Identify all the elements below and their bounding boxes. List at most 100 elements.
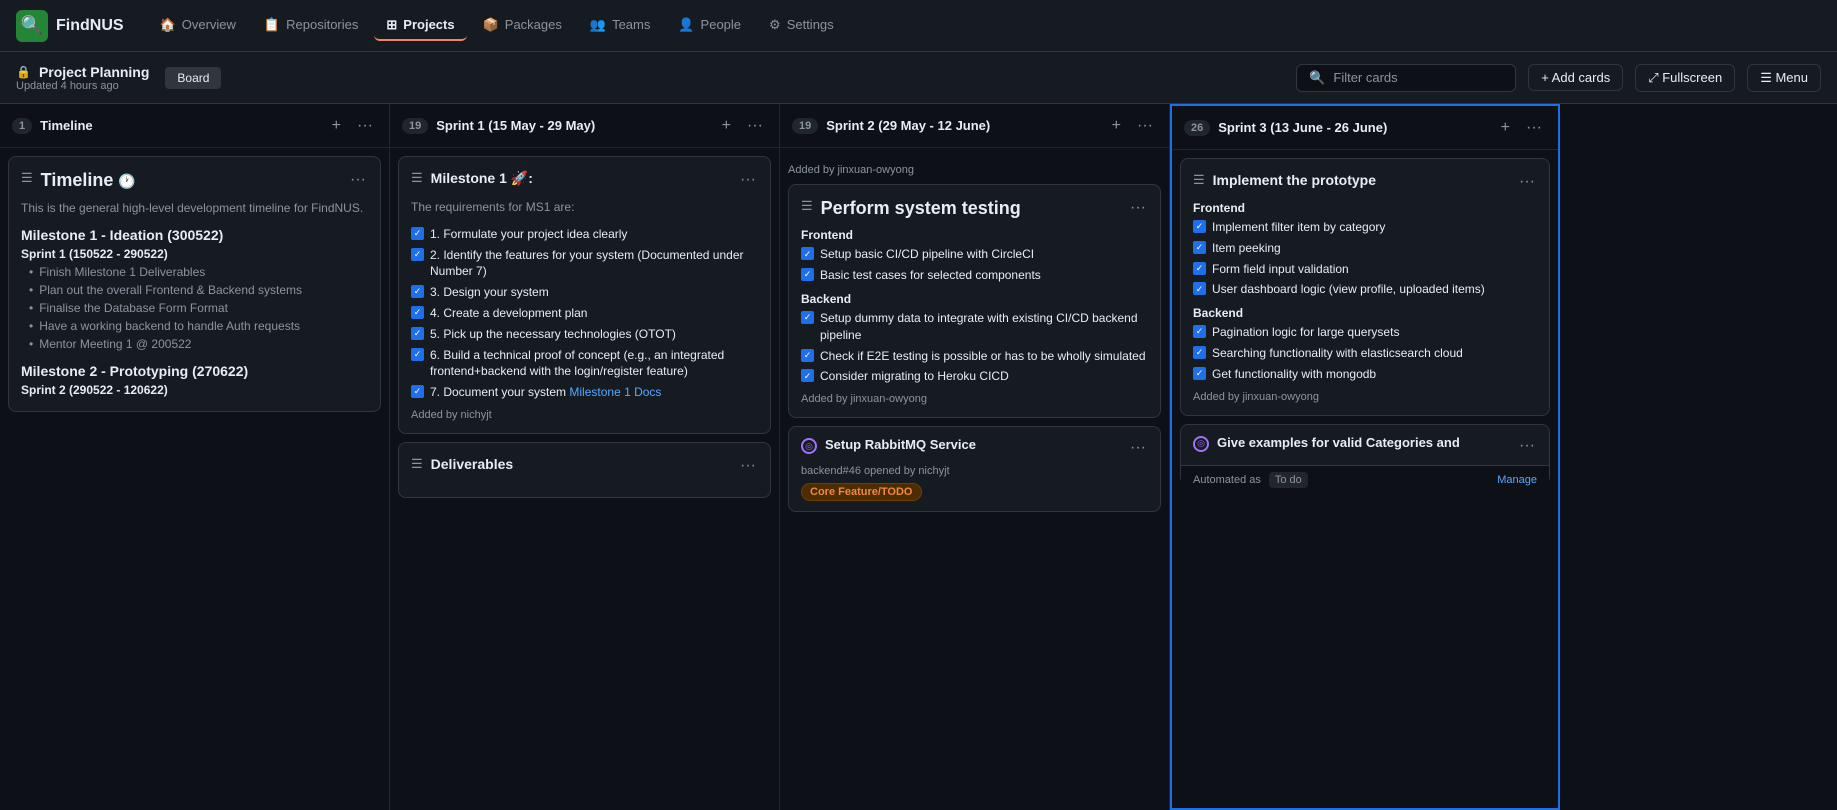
nav-item-settings[interactable]: ⚙ Settings xyxy=(757,11,846,41)
column-title-sprint1: Sprint 1 (15 May - 29 May) xyxy=(436,118,709,133)
card-menu-timeline[interactable]: ··· xyxy=(348,169,368,191)
lock-icon: 🔒 xyxy=(16,65,31,79)
proto-check-6: ✓ Searching functionality with elasticse… xyxy=(1193,345,1537,362)
app-title: FindNUS xyxy=(56,17,124,35)
sprint2-add-button[interactable]: + xyxy=(1108,115,1125,137)
nav-item-projects[interactable]: ⊞ Projects xyxy=(374,11,466,41)
sprint2-menu-button[interactable]: ··· xyxy=(1133,115,1157,137)
tab-bar: Board xyxy=(165,67,1280,89)
people-icon: 👤 xyxy=(678,17,694,33)
automated-status: To do xyxy=(1269,472,1308,488)
card-rabbitmq: ◎ Setup RabbitMQ Service ··· backend#46 … xyxy=(788,426,1161,512)
checkbox-2[interactable]: ✓ xyxy=(411,248,424,261)
packages-icon: 📦 xyxy=(483,17,499,33)
card-timeline: ☰ Timeline 🕐 ··· This is the general hig… xyxy=(8,156,381,412)
list-item: Finalise the Database Form Format xyxy=(29,299,368,317)
tab-board[interactable]: Board xyxy=(165,67,221,89)
proto-cb-5[interactable]: ✓ xyxy=(1193,325,1206,338)
sprint2-top-added-by: Added by jinxuan-owyong xyxy=(788,164,1161,176)
top-nav: 🔍 FindNUS 🏠 Overview 📋 Repositories ⊞ Pr… xyxy=(0,0,1837,52)
test-cb-5[interactable]: ✓ xyxy=(801,369,814,382)
column-header-sprint3: 26 Sprint 3 (13 June - 26 June) + ··· xyxy=(1172,106,1558,150)
sprint3-add-button[interactable]: + xyxy=(1497,117,1514,139)
teams-icon: 👥 xyxy=(590,17,606,33)
list-item: Have a working backend to handle Auth re… xyxy=(29,317,368,335)
test-cb-3[interactable]: ✓ xyxy=(801,311,814,324)
proto-cb-1[interactable]: ✓ xyxy=(1193,220,1206,233)
testing-added-by: Added by jinxuan-owyong xyxy=(801,393,1148,405)
card-header-testing: ☰ Perform system testing ··· xyxy=(801,197,1148,220)
test-cb-4[interactable]: ✓ xyxy=(801,349,814,362)
filter-input-container[interactable]: 🔍 Filter cards xyxy=(1296,64,1516,92)
project-title: Project Planning xyxy=(39,64,149,80)
column-num-timeline: 1 xyxy=(12,118,32,134)
proto-cb-6[interactable]: ✓ xyxy=(1193,346,1206,359)
proto-cb-3[interactable]: ✓ xyxy=(1193,262,1206,275)
logo-area[interactable]: 🔍 FindNUS xyxy=(16,10,124,42)
manage-link[interactable]: Manage xyxy=(1497,474,1537,486)
test-cb-1[interactable]: ✓ xyxy=(801,247,814,260)
timeline-add-button[interactable]: + xyxy=(328,115,345,137)
sprint1-menu-button[interactable]: ··· xyxy=(743,115,767,137)
sprint1-add-button[interactable]: + xyxy=(718,115,735,137)
card-menu-del[interactable]: ··· xyxy=(738,455,758,477)
proto-cb-4[interactable]: ✓ xyxy=(1193,282,1206,295)
project-info: 🔒 Project Planning Updated 4 hours ago xyxy=(16,64,149,92)
checkbox-1[interactable]: ✓ xyxy=(411,227,424,240)
column-header-sprint2: 19 Sprint 2 (29 May - 12 June) + ··· xyxy=(780,104,1169,148)
check-item-7: ✓ 7. Document your system Milestone 1 Do… xyxy=(411,384,758,401)
proto-cb-7[interactable]: ✓ xyxy=(1193,367,1206,380)
card-menu-proto[interactable]: ··· xyxy=(1517,171,1537,193)
milestone-2-title: Milestone 2 - Prototyping (270622) xyxy=(21,363,368,379)
nav-item-repositories[interactable]: 📋 Repositories xyxy=(252,11,370,41)
proto-check-5: ✓ Pagination logic for large querysets xyxy=(1193,324,1537,341)
nav-item-packages[interactable]: 📦 Packages xyxy=(471,11,574,41)
card-system-testing: ☰ Perform system testing ··· Frontend ✓ … xyxy=(788,184,1161,418)
nav-item-teams[interactable]: 👥 Teams xyxy=(578,11,662,41)
test-check-4: ✓ Check if E2E testing is possible or ha… xyxy=(801,348,1148,365)
menu-button[interactable]: ☰ Menu xyxy=(1747,64,1821,92)
backend-heading: Backend xyxy=(801,292,1148,306)
proto-check-2: ✓ Item peeking xyxy=(1193,240,1537,257)
note-icon: ☰ xyxy=(21,170,33,186)
automated-label: Automated as xyxy=(1193,474,1261,486)
projects-icon: ⊞ xyxy=(386,17,397,33)
checkbox-5[interactable]: ✓ xyxy=(411,327,424,340)
card-milestone1: ☰ Milestone 1 🚀: ··· The requirements fo… xyxy=(398,156,771,434)
checkbox-4[interactable]: ✓ xyxy=(411,306,424,319)
card-menu-rabbitmq[interactable]: ··· xyxy=(1128,437,1148,459)
sprint3-menu-button[interactable]: ··· xyxy=(1522,117,1546,139)
proto-check-4: ✓ User dashboard logic (view profile, up… xyxy=(1193,281,1537,298)
milestone1-docs-link[interactable]: Milestone 1 Docs xyxy=(569,385,661,399)
column-body-sprint3: ☰ Implement the prototype ··· Frontend ✓… xyxy=(1172,150,1558,808)
checkbox-6[interactable]: ✓ xyxy=(411,348,424,361)
m1-added-by: Added by nichyjt xyxy=(411,409,758,421)
repo-icon: 📋 xyxy=(264,17,280,33)
frontend-heading: Frontend xyxy=(801,228,1148,242)
test-cb-2[interactable]: ✓ xyxy=(801,268,814,281)
filter-placeholder: Filter cards xyxy=(1333,70,1397,85)
test-check-2: ✓ Basic test cases for selected componen… xyxy=(801,267,1148,284)
column-header-sprint1: 19 Sprint 1 (15 May - 29 May) + ··· xyxy=(390,104,779,148)
app-logo: 🔍 xyxy=(16,10,48,42)
home-icon: 🏠 xyxy=(160,17,176,33)
sprint-1-list: Finish Milestone 1 Deliverables Plan out… xyxy=(21,263,368,353)
note-icon-testing: ☰ xyxy=(801,198,813,214)
proto-backend-heading: Backend xyxy=(1193,306,1537,320)
column-title-timeline: Timeline xyxy=(40,118,320,133)
checkbox-7[interactable]: ✓ xyxy=(411,385,424,398)
issue-icon-examples: ◎ xyxy=(1193,436,1209,452)
rabbitmq-title: Setup RabbitMQ Service xyxy=(825,437,1120,452)
add-cards-button[interactable]: + Add cards xyxy=(1528,64,1623,91)
card-header-del: ☰ Deliverables ··· xyxy=(411,455,758,477)
card-deliverables: ☰ Deliverables ··· xyxy=(398,442,771,498)
checkbox-3[interactable]: ✓ xyxy=(411,285,424,298)
card-menu-m1[interactable]: ··· xyxy=(738,169,758,191)
proto-cb-2[interactable]: ✓ xyxy=(1193,241,1206,254)
card-menu-examples[interactable]: ··· xyxy=(1517,435,1537,457)
nav-item-people[interactable]: 👤 People xyxy=(666,11,753,41)
card-menu-testing[interactable]: ··· xyxy=(1128,197,1148,219)
fullscreen-button[interactable]: ⤢ Fullscreen xyxy=(1635,64,1735,92)
timeline-menu-button[interactable]: ··· xyxy=(353,115,377,137)
nav-item-overview[interactable]: 🏠 Overview xyxy=(148,11,248,41)
